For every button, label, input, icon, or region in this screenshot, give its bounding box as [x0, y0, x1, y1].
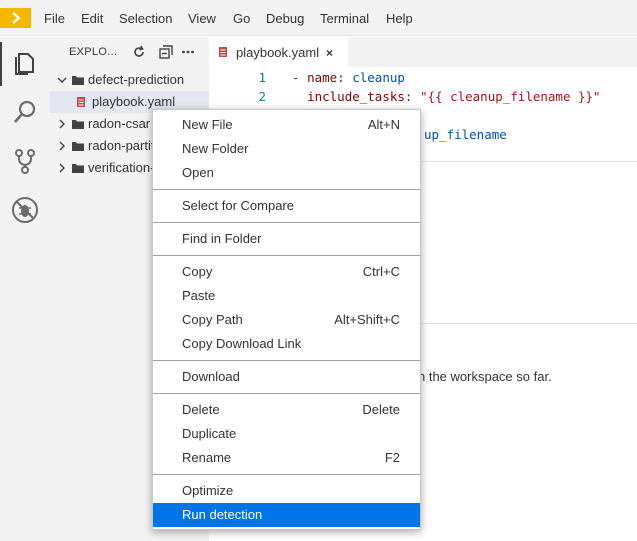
menubar: File Edit Selection View Go Debug Termin… — [0, 0, 637, 36]
menu-help[interactable]: Help — [386, 11, 413, 26]
menu-item-label: Copy — [182, 264, 213, 279]
tree-label: radon-csar — [88, 116, 151, 131]
menu-item-copy-path[interactable]: Copy Path Alt+Shift+C — [153, 308, 420, 332]
close-icon[interactable]: × — [326, 46, 333, 60]
menu-item-label: Copy Download Link — [182, 336, 302, 351]
menu-terminal[interactable]: Terminal — [320, 11, 369, 26]
menu-item-label: Download — [182, 369, 240, 384]
debug-icon[interactable] — [11, 196, 39, 224]
tree-label: verification- — [88, 160, 155, 175]
tab-playbook[interactable]: playbook.yaml × — [209, 37, 348, 67]
search-icon[interactable] — [11, 98, 39, 126]
menu-item-open[interactable]: Open — [153, 161, 420, 185]
app-logo[interactable] — [0, 8, 31, 28]
menu-item-label: Open — [182, 165, 214, 180]
folder-icon — [72, 142, 84, 151]
menu-selection[interactable]: Selection — [119, 11, 172, 26]
menu-separator — [153, 360, 420, 361]
menu-go[interactable]: Go — [233, 11, 250, 26]
sidebar-title: EXPLO... — [69, 46, 118, 58]
menu-item-label: New File — [182, 117, 233, 132]
menu-separator — [153, 393, 420, 394]
activity-bar — [0, 37, 50, 541]
menu-item-label: Select for Compare — [182, 198, 294, 213]
yaml-file-icon — [219, 47, 227, 57]
menu-item-label: Optimize — [182, 483, 234, 498]
menu-separator — [153, 255, 420, 256]
code-line-2[interactable]: 2 include_tasks: "{{ cleanup_filename }}… — [209, 87, 637, 106]
menu-item-find-in-folder[interactable]: Find in Folder — [153, 227, 420, 251]
menu-item-shortcut: Ctrl+C — [362, 264, 400, 279]
menu-separator — [153, 222, 420, 223]
menu-item-label: Delete — [182, 402, 220, 417]
menu-item-new-file[interactable]: New File Alt+N — [153, 113, 420, 137]
menu-item-paste[interactable]: Paste — [153, 284, 420, 308]
menu-item-shortcut: F2 — [384, 450, 400, 465]
context-menu: New File Alt+N New Folder Open Select fo… — [152, 109, 421, 530]
menu-file[interactable]: File — [44, 11, 65, 26]
menu-item-rename[interactable]: Rename F2 — [153, 446, 420, 470]
menu-item-copy-download-link[interactable]: Copy Download Link — [153, 332, 420, 356]
collapse-all-icon[interactable] — [159, 45, 173, 59]
chevron-right-icon — [59, 163, 65, 173]
menu-edit[interactable]: Edit — [81, 11, 103, 26]
code-line-1[interactable]: 1 - name: cleanup — [209, 68, 637, 87]
menu-debug[interactable]: Debug — [266, 11, 304, 26]
menu-item-label: Duplicate — [182, 426, 237, 441]
menu-item-download[interactable]: Download — [153, 365, 420, 389]
menu-item-new-folder[interactable]: New Folder — [153, 137, 420, 161]
folder-icon — [72, 120, 84, 129]
more-actions-icon[interactable] — [181, 45, 195, 59]
menu-item-label: Copy Path — [182, 312, 243, 327]
menu-item-shortcut: Delete — [362, 402, 400, 417]
menu-item-label: Find in Folder — [182, 231, 262, 246]
menu-item-copy[interactable]: Copy Ctrl+C — [153, 260, 420, 284]
code-text: include_tasks: "{{ cleanup_filename }}" — [307, 89, 601, 104]
menu-item-shortcut: Alt+Shift+C — [334, 312, 400, 327]
menu-item-select-for-compare[interactable]: Select for Compare — [153, 194, 420, 218]
folder-icon — [72, 76, 84, 85]
chevron-right-icon — [59, 141, 65, 151]
folder-icon — [72, 164, 84, 173]
active-indicator — [0, 42, 2, 86]
tree-folder-defect-prediction[interactable]: defect-prediction — [50, 69, 209, 91]
code-text: up_filename — [424, 127, 507, 142]
editor-tabs: playbook.yaml × — [209, 37, 637, 67]
menu-separator — [153, 474, 420, 475]
code-text: - name: cleanup — [292, 70, 405, 85]
tree-label: playbook.yaml — [92, 94, 176, 109]
menu-item-label: Paste — [182, 288, 216, 303]
refresh-icon[interactable] — [132, 45, 146, 59]
line-number: 1 — [258, 70, 266, 85]
menu-item-duplicate[interactable]: Duplicate — [153, 422, 420, 446]
source-control-icon[interactable] — [11, 147, 39, 175]
tree-label: radon-partit — [88, 138, 155, 153]
menu-item-run-detection[interactable]: Run detection — [153, 503, 420, 527]
menu-item-label: Run detection — [182, 507, 263, 522]
chevron-right-icon — [59, 119, 65, 129]
menu-item-delete[interactable]: Delete Delete — [153, 398, 420, 422]
menu-separator — [153, 189, 420, 190]
tree-label: defect-prediction — [88, 72, 185, 87]
menu-item-shortcut: Alt+N — [367, 117, 400, 132]
panel-empty-message: n the workspace so far. — [418, 369, 552, 384]
line-number: 2 — [258, 89, 266, 104]
sidebar-header: EXPLO... — [50, 37, 209, 67]
chevron-right-icon — [11, 12, 21, 24]
menu-item-label: Rename — [182, 450, 232, 465]
yaml-file-icon — [77, 97, 85, 107]
menu-view[interactable]: View — [188, 11, 216, 26]
menu-item-label: New Folder — [182, 141, 249, 156]
chevron-down-icon — [57, 77, 67, 83]
tab-label: playbook.yaml — [236, 45, 320, 60]
menu-item-optimize[interactable]: Optimize — [153, 479, 420, 503]
explorer-icon[interactable] — [11, 49, 39, 77]
